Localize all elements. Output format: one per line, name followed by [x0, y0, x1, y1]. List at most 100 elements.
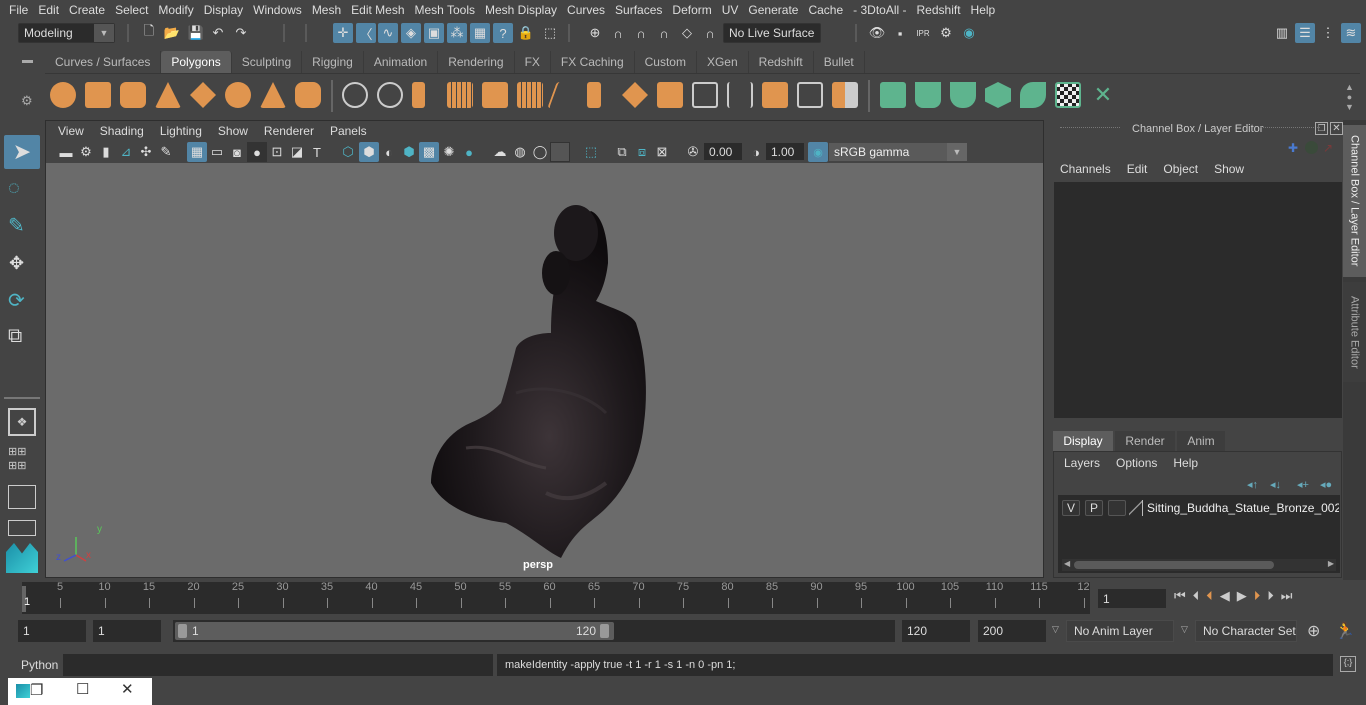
- command-language-label[interactable]: Python: [21, 658, 58, 672]
- shadows-icon[interactable]: ●: [459, 142, 479, 162]
- side-tab-attribute-editor[interactable]: Attribute Editor: [1343, 282, 1366, 382]
- attribute-editor-icon[interactable]: ☰: [1295, 23, 1315, 43]
- menu-create[interactable]: Create: [64, 3, 110, 17]
- bridge-icon[interactable]: [622, 82, 648, 108]
- merge-icon[interactable]: [832, 82, 858, 108]
- mask-icon[interactable]: ▣: [424, 23, 444, 43]
- playback-end-field[interactable]: 120: [902, 620, 970, 642]
- menu-surfaces[interactable]: Surfaces: [610, 3, 667, 17]
- scale-tool-icon[interactable]: ⧉: [8, 325, 22, 348]
- drag-handle[interactable]: [1060, 127, 1120, 130]
- viewport-menu-view[interactable]: View: [50, 124, 92, 138]
- poly-torus-icon[interactable]: [225, 82, 251, 108]
- xray-icon[interactable]: ⬢: [399, 142, 419, 162]
- shelf-scroll-icon[interactable]: ▲ ● ▼: [1345, 82, 1354, 112]
- isolate-select-icon[interactable]: ⬚: [581, 142, 601, 162]
- uv-layout-icon[interactable]: ✕: [1090, 82, 1116, 108]
- snap-live-icon[interactable]: ∩: [700, 23, 720, 43]
- menu-edit-mesh[interactable]: Edit Mesh: [346, 3, 409, 17]
- select-tool-arrow-icon[interactable]: ➤: [4, 135, 40, 169]
- command-input[interactable]: [63, 654, 493, 676]
- character-set-dropdown-arrow-icon[interactable]: ▽: [1181, 624, 1188, 635]
- menu-display[interactable]: Display: [199, 3, 248, 17]
- render-settings-icon[interactable]: ⚙: [936, 23, 956, 43]
- automatic-uv-icon[interactable]: [985, 82, 1011, 108]
- poly-cube-icon[interactable]: [85, 82, 111, 108]
- gate-mask-icon[interactable]: ●: [247, 142, 267, 162]
- play-backwards-icon[interactable]: ◀: [1220, 588, 1230, 604]
- restore-window-icon[interactable]: ❐: [30, 681, 43, 699]
- xray-components-icon[interactable]: ⊠: [652, 142, 672, 162]
- modeling-toolkit-icon[interactable]: ▥: [1272, 23, 1292, 43]
- manipulator-mode-icon[interactable]: [1305, 141, 1318, 154]
- channel-list[interactable]: [1054, 182, 1342, 418]
- step-back-frame-icon[interactable]: ⏴: [1193, 588, 1200, 604]
- anim-layer-dropdown-arrow-icon[interactable]: ▽: [1052, 624, 1059, 635]
- exposure-field[interactable]: 0.00: [704, 143, 742, 160]
- start-time-field[interactable]: 1: [18, 620, 86, 642]
- bookmark-icon[interactable]: ▮: [96, 142, 116, 162]
- menu-generate[interactable]: Generate: [743, 3, 803, 17]
- select-by-object-icon[interactable]: 〈: [356, 23, 376, 43]
- playback-start-field[interactable]: 1: [93, 620, 161, 642]
- 2d-pan-zoom-icon[interactable]: ✣: [136, 142, 156, 162]
- menu-windows[interactable]: Windows: [248, 3, 307, 17]
- camera-icon[interactable]: ▬: [56, 142, 76, 162]
- select-highlight-icon[interactable]: ⬚: [540, 23, 560, 43]
- current-frame-field[interactable]: 1: [1098, 589, 1166, 608]
- channel-menu-object[interactable]: Object: [1163, 162, 1198, 176]
- drag-handle[interactable]: [1260, 127, 1320, 130]
- scrollbar-thumb[interactable]: [1074, 561, 1274, 569]
- single-perspective-view-icon[interactable]: ❖: [8, 408, 36, 436]
- anim-layer-dropdown[interactable]: No Anim Layer: [1066, 620, 1174, 642]
- shelf-tab-custom[interactable]: Custom: [634, 51, 697, 73]
- menu-select[interactable]: Select: [110, 3, 153, 17]
- lights-icon[interactable]: ✺: [439, 142, 459, 162]
- shelf-menu-icon[interactable]: [22, 60, 33, 63]
- shelf-tab-bullet[interactable]: Bullet: [813, 51, 865, 73]
- live-surface-field[interactable]: No Live Surface: [723, 23, 821, 43]
- tool-settings-icon[interactable]: ⋮: [1318, 23, 1338, 43]
- close-window-icon[interactable]: ✕: [121, 680, 134, 698]
- layer-menu-options[interactable]: Options: [1116, 456, 1157, 470]
- menu-curves[interactable]: Curves: [562, 3, 610, 17]
- safe-title-icon[interactable]: T: [307, 142, 327, 162]
- smooth-icon[interactable]: [447, 82, 473, 108]
- render-view-icon[interactable]: 👁: [867, 23, 887, 43]
- viewport-menu-renderer[interactable]: Renderer: [256, 124, 322, 138]
- four-view-layout-icon[interactable]: ⊞⊞ ⊞⊞: [8, 445, 26, 473]
- menu-redshift[interactable]: Redshift: [912, 3, 966, 17]
- rotate-tool-icon[interactable]: ⟳: [8, 288, 25, 313]
- poly-plane-icon[interactable]: [190, 82, 216, 108]
- bevel-icon[interactable]: [482, 82, 508, 108]
- maximize-window-icon[interactable]: ☐: [76, 680, 89, 698]
- spherical-uv-icon[interactable]: [950, 82, 976, 108]
- menu-3dtoall[interactable]: - 3DtoAll -: [848, 3, 911, 17]
- lasso-tool-icon[interactable]: ◌: [8, 177, 20, 200]
- insert-edge-icon[interactable]: [727, 82, 753, 108]
- misc-mask-icon[interactable]: ?: [493, 23, 513, 43]
- xray-active-icon[interactable]: ⧈: [632, 142, 652, 162]
- step-back-key-icon[interactable]: ⏴: [1206, 588, 1213, 604]
- layer-playback-toggle[interactable]: P: [1085, 500, 1103, 516]
- shelf-tab-fx[interactable]: FX: [514, 51, 551, 73]
- image-plane-icon[interactable]: ⊿: [116, 142, 136, 162]
- motion-blur-icon[interactable]: ◍: [510, 142, 530, 162]
- shelf-tab-xgen[interactable]: XGen: [696, 51, 749, 73]
- paint-select-tool-icon[interactable]: ✎: [8, 213, 25, 238]
- anti-aliasing-icon[interactable]: ◯: [530, 142, 550, 162]
- shelf-tab-redshift[interactable]: Redshift: [748, 51, 814, 73]
- shelf-tab-fx-caching[interactable]: FX Caching: [550, 51, 635, 73]
- step-forward-frame-icon[interactable]: ⏵: [1267, 588, 1274, 604]
- poly-cylinder-icon[interactable]: [120, 82, 146, 108]
- edge-loop-icon[interactable]: [692, 82, 718, 108]
- redo-icon[interactable]: ↷: [231, 23, 251, 43]
- go-to-end-icon[interactable]: ⏭: [1281, 588, 1293, 604]
- viewport-menu-panels[interactable]: Panels: [322, 124, 375, 138]
- shelf-tab-animation[interactable]: Animation: [363, 51, 439, 73]
- exposure-icon[interactable]: ✇: [683, 142, 703, 162]
- separate-icon[interactable]: [377, 82, 403, 108]
- snap-to-curve-icon[interactable]: ∩: [608, 23, 628, 43]
- save-scene-icon[interactable]: 💾: [186, 23, 206, 43]
- channel-menu-channels[interactable]: Channels: [1060, 162, 1111, 176]
